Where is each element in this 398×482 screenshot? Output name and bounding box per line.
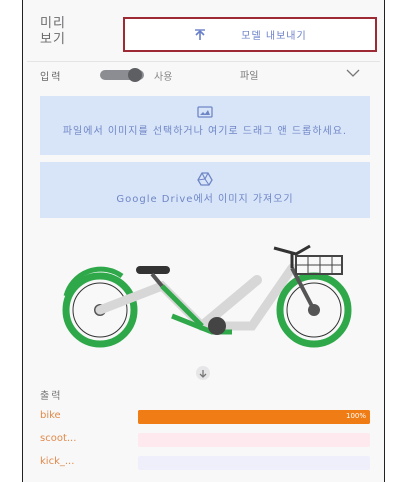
result-track [138, 456, 370, 470]
result-track: 100% [138, 410, 370, 424]
file-upload-dropzone[interactable]: 파일에서 이미지를 선택하거나 여기로 드래그 앤 드롭하세요. [40, 96, 370, 155]
header-divider [27, 61, 380, 62]
google-drive-import[interactable]: Google Drive에서 이미지 가져오기 [40, 162, 370, 218]
result-label: scoot... [40, 433, 77, 444]
file-upload-text: 파일에서 이미지를 선택하거나 여기로 드래그 앤 드롭하세요. [62, 126, 348, 137]
export-model-button[interactable]: 모델 내보내기 [123, 17, 377, 52]
google-drive-text: Google Drive에서 이미지 가져오기 [116, 194, 294, 205]
export-model-label: 모델 내보내기 [241, 31, 307, 42]
result-label: kick_... [40, 456, 75, 467]
preview-image [62, 244, 352, 348]
result-row: bike 100% [40, 410, 370, 424]
toggle-option-label: 사용 [154, 71, 173, 83]
input-source-value: 파일 [240, 70, 259, 82]
result-label: bike [40, 410, 61, 421]
result-row: kick_... [40, 456, 370, 470]
input-row: 입력 사용 [40, 66, 214, 84]
image-file-icon [40, 106, 370, 122]
input-source-select[interactable]: 파일 [230, 64, 366, 84]
upload-icon [193, 28, 207, 41]
result-percent: 100% [345, 412, 366, 420]
result-row: scoot... [40, 433, 370, 447]
webcam-toggle[interactable] [100, 68, 144, 82]
result-track [138, 433, 370, 447]
result-bar [138, 410, 370, 424]
google-drive-icon [40, 172, 370, 190]
output-label: 출력 [40, 391, 63, 402]
input-label: 입력 [40, 71, 63, 83]
arrow-down-icon [196, 366, 210, 380]
panel-title: 미리 보기 [40, 16, 66, 47]
window-border-right [384, 0, 385, 482]
chevron-down-icon [346, 69, 360, 80]
toggle-knob [128, 68, 142, 82]
